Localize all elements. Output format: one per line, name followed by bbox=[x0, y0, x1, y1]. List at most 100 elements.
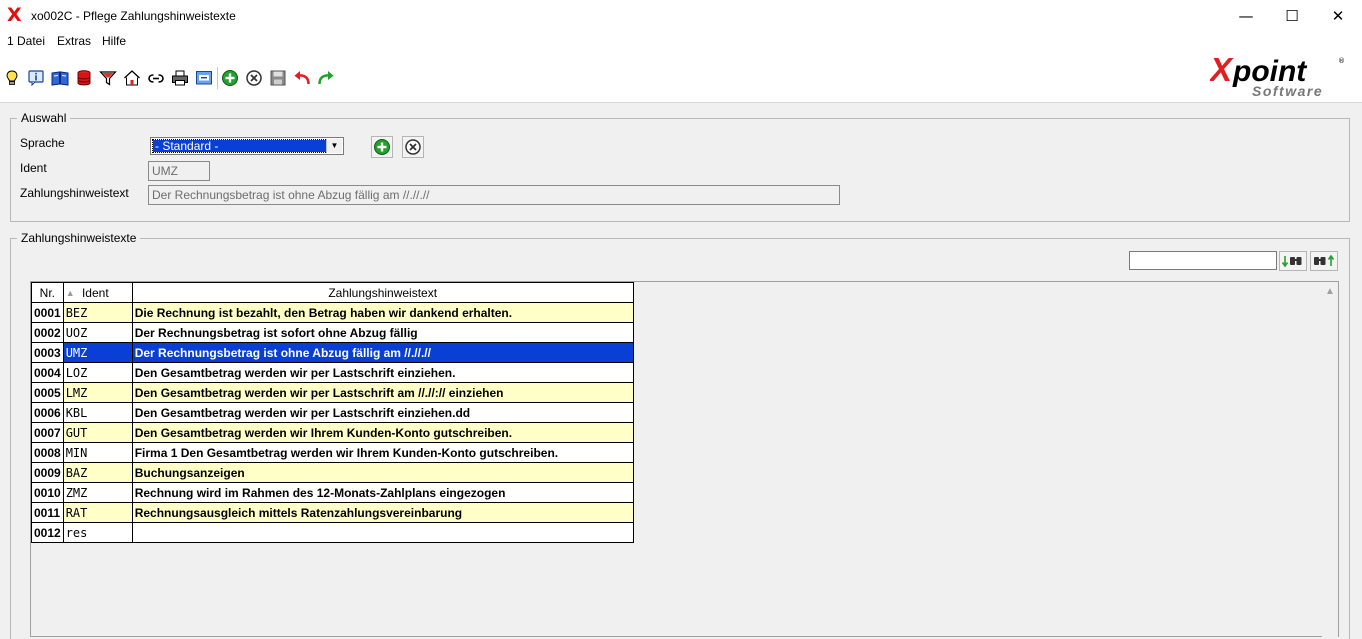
cell-text: Den Gesamtbetrag werden wir per Lastschr… bbox=[131, 382, 634, 403]
cell-ident: MIN bbox=[62, 442, 133, 463]
link-icon[interactable] bbox=[147, 69, 165, 87]
search-up-icon bbox=[1314, 254, 1335, 266]
print-icon[interactable] bbox=[171, 69, 189, 87]
cell-text bbox=[131, 522, 634, 543]
cell-text: Firma 1 Den Gesamtbetrag werden wir Ihre… bbox=[131, 442, 634, 463]
cell-nr: 0005 bbox=[31, 382, 64, 403]
search-next-button[interactable] bbox=[1279, 251, 1307, 271]
logo-subtitle: Software bbox=[1252, 83, 1323, 99]
remove-language-button[interactable] bbox=[402, 136, 424, 158]
undo-icon[interactable] bbox=[293, 69, 311, 87]
logo-x-letter: X bbox=[1210, 54, 1234, 88]
cell-nr: 0001 bbox=[31, 302, 64, 323]
minimize-button[interactable]: — bbox=[1223, 0, 1269, 32]
cell-text: Buchungsanzeigen bbox=[131, 462, 634, 483]
column-header-ident[interactable]: ▲ Ident bbox=[62, 282, 133, 303]
cancel-icon bbox=[405, 139, 421, 155]
column-header-ident-label: Ident bbox=[81, 285, 109, 300]
cell-nr: 0012 bbox=[31, 522, 64, 543]
cell-ident: GUT bbox=[62, 422, 133, 443]
cell-ident: BAZ bbox=[62, 462, 133, 483]
cell-text: Der Rechnungsbetrag ist sofort ohne Abzu… bbox=[131, 322, 634, 343]
cell-text: Rechnung wird im Rahmen des 12-Monats-Za… bbox=[131, 482, 634, 503]
search-input[interactable] bbox=[1129, 251, 1277, 270]
cell-nr: 0004 bbox=[31, 362, 64, 383]
info-icon[interactable] bbox=[27, 69, 45, 87]
cell-nr: 0006 bbox=[31, 402, 64, 423]
sprache-select[interactable]: - Standard - ▼ bbox=[150, 137, 344, 155]
lightbulb-icon[interactable] bbox=[3, 69, 21, 87]
cell-text: Den Gesamtbetrag werden wir Ihrem Kunden… bbox=[131, 422, 634, 443]
table-row[interactable]: 0004 LOZ Den Gesamtbetrag werden wir per L… bbox=[31, 362, 634, 383]
cell-nr: 0010 bbox=[31, 482, 64, 503]
cell-nr: 0003 bbox=[31, 342, 64, 363]
ident-label: Ident bbox=[20, 161, 47, 175]
table-row[interactable]: 0012 res bbox=[31, 522, 634, 543]
scroll-up-icon[interactable]: ▲ bbox=[1322, 283, 1338, 300]
cell-ident: LOZ bbox=[62, 362, 133, 383]
cell-nr: 0011 bbox=[31, 502, 64, 523]
cell-nr: 0008 bbox=[31, 442, 64, 463]
add-icon[interactable] bbox=[221, 69, 239, 87]
chevron-down-icon[interactable]: ▼ bbox=[326, 139, 342, 153]
cell-text: Den Gesamtbetrag werden wir per Lastschr… bbox=[131, 402, 634, 423]
cell-nr: 0009 bbox=[31, 462, 64, 483]
table-row[interactable]: 0011 RAT Rechnungsausgleich mittels Ratenz… bbox=[31, 502, 634, 523]
zahlungshinweistexte-table: Nr. ▲ Ident Zahlungshinweistext 0001 BEZ D… bbox=[31, 282, 634, 543]
sprache-label: Sprache bbox=[20, 136, 65, 150]
cell-ident: UMZ bbox=[62, 342, 133, 363]
cell-text: Den Gesamtbetrag werden wir per Lastschr… bbox=[131, 362, 634, 383]
table-row[interactable]: 0003 UMZ Der Rechnungsbetrag ist ohne Abzu… bbox=[31, 342, 634, 363]
menu-hilfe[interactable]: Hilfe bbox=[102, 34, 126, 48]
cell-ident: BEZ bbox=[62, 302, 133, 323]
maximize-button[interactable]: ☐ bbox=[1269, 0, 1315, 32]
table-row[interactable]: 0007 GUT Den Gesamtbetrag werden wir Ihrem… bbox=[31, 422, 634, 443]
add-language-button[interactable] bbox=[371, 136, 393, 158]
cell-nr: 0002 bbox=[31, 322, 64, 343]
save-icon[interactable] bbox=[269, 69, 287, 87]
close-button[interactable]: ✕ bbox=[1315, 0, 1361, 32]
table-row[interactable]: 0005 LMZ Den Gesamtbetrag werden wir per L… bbox=[31, 382, 634, 403]
add-icon bbox=[374, 139, 390, 155]
cell-text: Die Rechnung ist bezahlt, den Betrag hab… bbox=[131, 302, 634, 323]
toolbar: X point ® Software bbox=[0, 51, 1362, 103]
cell-ident: LMZ bbox=[62, 382, 133, 403]
toolbar-separator bbox=[217, 67, 218, 89]
cell-ident: UOZ bbox=[62, 322, 133, 343]
sort-asc-icon: ▲ bbox=[65, 287, 75, 298]
vertical-scrollbar[interactable] bbox=[1322, 283, 1338, 637]
cell-ident: res bbox=[62, 522, 133, 543]
search-previous-button[interactable] bbox=[1310, 251, 1338, 271]
column-header-nr[interactable]: Nr. bbox=[31, 282, 64, 303]
cancel-icon[interactable] bbox=[245, 69, 263, 87]
screen-icon[interactable] bbox=[195, 69, 213, 87]
home-icon[interactable] bbox=[123, 69, 141, 87]
table-row[interactable]: 0006 KBL Den Gesamtbetrag werden wir per L… bbox=[31, 402, 634, 423]
table-header-row: Nr. ▲ Ident Zahlungshinweistext bbox=[31, 282, 634, 303]
table-row[interactable]: 0009 BAZ Buchungsanzeigen bbox=[31, 462, 634, 483]
zahlungshinweistexte-legend: Zahlungshinweistexte bbox=[17, 231, 141, 245]
table-row[interactable]: 0008 MIN Firma 1 Den Gesamtbetrag werden w… bbox=[31, 442, 634, 463]
menu-datei[interactable]: 1 Datei bbox=[7, 34, 45, 48]
table-row[interactable]: 0002 UOZ Der Rechnungsbetrag ist sofort oh… bbox=[31, 322, 634, 343]
window-title: xo002C - Pflege Zahlungshinweistexte bbox=[31, 9, 236, 23]
book-icon[interactable] bbox=[51, 69, 69, 87]
cell-nr: 0007 bbox=[31, 422, 64, 443]
xpoint-logo: X point ® Software bbox=[1208, 51, 1350, 100]
cell-text: Der Rechnungsbetrag ist ohne Abzug fälli… bbox=[131, 342, 634, 363]
app-logo-icon: X bbox=[7, 4, 22, 26]
redo-icon[interactable] bbox=[317, 69, 335, 87]
filter-icon[interactable] bbox=[99, 69, 117, 87]
title-bar: X xo002C - Pflege Zahlungshinweistexte —… bbox=[0, 0, 1362, 32]
zahlungshinweistext-field: Der Rechnungsbetrag ist ohne Abzug fälli… bbox=[148, 185, 840, 205]
cell-ident: KBL bbox=[62, 402, 133, 423]
database-icon[interactable] bbox=[75, 69, 93, 87]
search-down-icon bbox=[1281, 256, 1302, 268]
column-header-text[interactable]: Zahlungshinweistext bbox=[131, 282, 634, 303]
menu-extras[interactable]: Extras bbox=[57, 34, 91, 48]
cell-ident: ZMZ bbox=[62, 482, 133, 503]
auswahl-legend: Auswahl bbox=[17, 111, 71, 125]
table-row[interactable]: 0010 ZMZ Rechnung wird im Rahmen des 12-Mo… bbox=[31, 482, 634, 503]
zahlungshinweistext-label: Zahlungshinweistext bbox=[20, 186, 129, 200]
table-row[interactable]: 0001 BEZ Die Rechnung ist bezahlt, den Bet… bbox=[31, 302, 634, 323]
